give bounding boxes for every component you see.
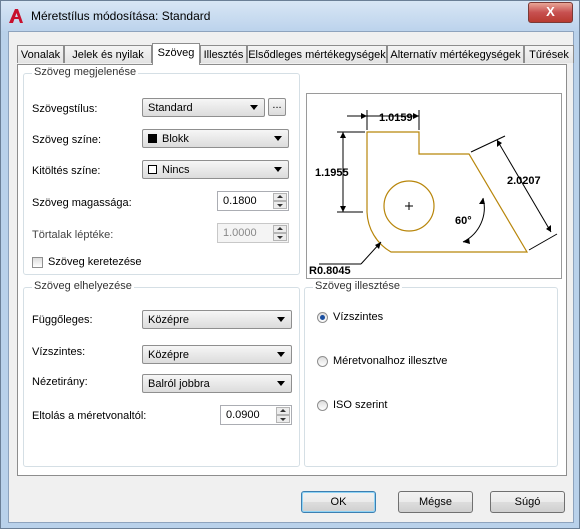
offset-spinner[interactable]: 0.0900	[220, 405, 292, 425]
chevron-down-icon	[277, 381, 285, 386]
close-button[interactable]: X	[528, 2, 573, 23]
view-direction-value: Balról jobbra	[148, 378, 210, 390]
spin-down-icon	[273, 233, 287, 241]
dim-right-text: 2.0207	[507, 175, 541, 187]
text-appearance-group: Szöveg megjelenése Szövegstílus: Standar…	[23, 66, 300, 275]
vertical-select[interactable]: Középre	[142, 310, 292, 329]
radio-horizontal[interactable]	[317, 312, 328, 323]
window-title: Méretstílus módosítása: Standard	[31, 9, 211, 23]
title-bar[interactable]: Méretstílus módosítása: Standard X	[1, 1, 579, 31]
tab-turesek[interactable]: Tűrések	[524, 45, 574, 63]
radio-aligned-label[interactable]: Méretvonalhoz illesztve	[333, 355, 447, 367]
view-direction-label: Nézetirány:	[32, 376, 88, 388]
vertical-value: Középre	[148, 314, 189, 326]
text-tab-panel: Szöveg megjelenése Szövegstílus: Standar…	[17, 64, 567, 476]
tab-jelek-es-nyilak[interactable]: Jelek és nyilak	[64, 45, 152, 63]
chevron-down-icon	[277, 352, 285, 357]
text-style-label: Szövegstílus:	[32, 103, 98, 115]
fraction-scale-label: Törtalak léptéke:	[32, 229, 114, 241]
horizontal-label: Vízszintes:	[32, 346, 86, 358]
dialog-client: Vonalak Jelek és nyilak Szöveg Illesztés…	[8, 31, 574, 523]
dim-top-text: 1.0159	[379, 112, 413, 124]
text-height-spinner[interactable]: 0.1800	[217, 191, 289, 211]
color-swatch-icon	[148, 165, 157, 174]
text-color-value: Blokk	[162, 133, 189, 145]
dimension-preview: 1.0159 1.1955 2.0207 60° R0.8045	[306, 93, 562, 279]
fraction-scale-value: 1.0000	[223, 227, 257, 239]
tab-elsodleges-mertekegysegek[interactable]: Elsődleges mértékegységek	[247, 45, 387, 63]
spin-down-icon[interactable]	[276, 415, 290, 423]
text-height-value: 0.1800	[223, 195, 257, 207]
text-style-value: Standard	[148, 102, 193, 114]
chevron-down-icon	[277, 317, 285, 322]
text-style-select[interactable]: Standard	[142, 98, 265, 117]
preview-drawing: 1.0159 1.1955 2.0207 60° R0.8045	[309, 110, 558, 277]
tab-szoveg[interactable]: Szöveg	[152, 43, 200, 65]
help-button[interactable]: Súgó	[490, 491, 565, 513]
view-direction-select[interactable]: Balról jobbra	[142, 374, 292, 393]
radio-aligned-with-dim-line[interactable]	[317, 356, 328, 367]
radio-iso-standard[interactable]	[317, 400, 328, 411]
text-color-select[interactable]: Blokk	[142, 129, 289, 148]
color-swatch-icon	[148, 134, 157, 143]
group-title: Szöveg elhelyezése	[32, 280, 134, 292]
tab-vonalak[interactable]: Vonalak	[17, 45, 64, 63]
group-title: Szöveg illesztése	[313, 280, 402, 292]
radius-text: R0.8045	[309, 265, 351, 277]
chevron-down-icon	[274, 167, 282, 172]
chevron-down-icon	[274, 136, 282, 141]
tab-illesztes[interactable]: Illesztés	[200, 45, 247, 63]
dialog-window: Méretstílus módosítása: Standard X Vonal…	[0, 0, 580, 529]
offset-label: Eltolás a méretvonaltól:	[32, 410, 147, 422]
offset-value: 0.0900	[226, 409, 260, 421]
radio-iso-label[interactable]: ISO szerint	[333, 399, 387, 411]
chevron-down-icon	[250, 105, 258, 110]
spin-up-icon	[273, 225, 287, 233]
text-height-label: Szöveg magassága:	[32, 197, 132, 209]
text-placement-group: Szöveg elhelyezése Függőleges: Középre V…	[23, 280, 300, 467]
vertical-label: Függőleges:	[32, 314, 93, 326]
autocad-logo-icon	[9, 9, 23, 23]
text-alignment-group: Szöveg illesztése Vízszintes Méretvonalh…	[304, 280, 558, 467]
text-frame-label[interactable]: Szöveg keretezése	[48, 256, 142, 268]
spin-up-icon[interactable]	[276, 407, 290, 415]
radio-horizontal-label[interactable]: Vízszintes	[333, 311, 383, 323]
fraction-scale-spinner: 1.0000	[217, 223, 289, 243]
fill-color-label: Kitöltés színe:	[32, 165, 101, 177]
spin-up-icon[interactable]	[273, 193, 287, 201]
horizontal-select[interactable]: Középre	[142, 345, 292, 364]
tab-alternativ-mertekegysegek[interactable]: Alternatív mértékegységek	[387, 45, 524, 63]
ok-button[interactable]: OK	[301, 491, 376, 513]
dim-left-text: 1.1955	[315, 167, 349, 179]
cancel-button[interactable]: Mégse	[398, 491, 473, 513]
horizontal-value: Középre	[148, 349, 189, 361]
spin-down-icon[interactable]	[273, 201, 287, 209]
text-frame-checkbox[interactable]	[32, 257, 43, 268]
text-style-browse-button[interactable]: ...	[268, 98, 286, 116]
text-color-label: Szöveg színe:	[32, 134, 102, 146]
fill-color-value: Nincs	[162, 164, 190, 176]
group-title: Szöveg megjelenése	[32, 66, 139, 78]
fill-color-select[interactable]: Nincs	[142, 160, 289, 179]
angle-text: 60°	[455, 215, 472, 227]
